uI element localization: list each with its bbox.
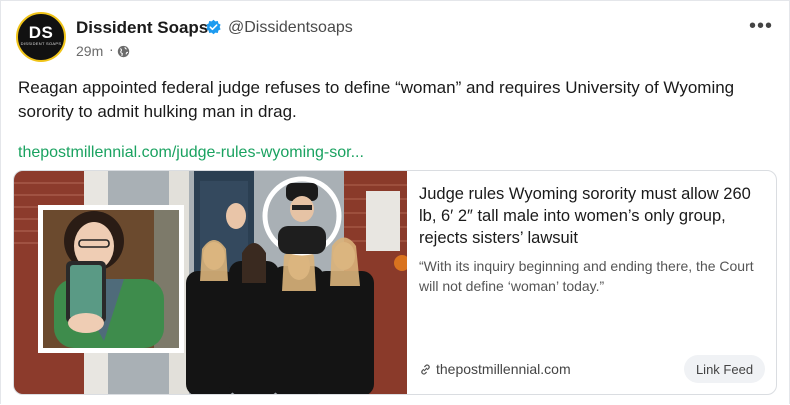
avatar[interactable]: DS DISSIDENT SOAPS — [16, 12, 66, 62]
link-feed-button[interactable]: Link Feed — [684, 355, 765, 383]
avatar-initials: DS — [28, 23, 54, 42]
post-link[interactable]: thepostmillennial.com/judge-rules-wyomin… — [18, 144, 364, 162]
link-icon — [421, 364, 430, 375]
post-text: Reagan appointed federal judge refuses t… — [18, 78, 735, 121]
more-options-button[interactable]: ••• — [749, 16, 773, 36]
author-handle[interactable]: @Dissidentsoaps — [228, 19, 353, 37]
preview-image[interactable] — [14, 171, 407, 394]
post-timestamp[interactable]: 29m — [76, 43, 103, 59]
card-domain[interactable]: thepostmillennial.com — [436, 361, 571, 377]
link-preview-card[interactable]: Judge rules Wyoming sorority must allow … — [13, 170, 777, 395]
card-title[interactable]: Judge rules Wyoming sorority must allow … — [419, 183, 769, 249]
avatar-subtext: DISSIDENT SOAPS — [20, 41, 62, 46]
verified-badge-icon — [206, 19, 221, 35]
card-description: “With its inquiry beginning and ending t… — [419, 258, 754, 294]
meta-separator: · — [109, 41, 114, 57]
globe-icon — [117, 45, 130, 58]
author-name[interactable]: Dissident Soaps — [76, 18, 208, 38]
